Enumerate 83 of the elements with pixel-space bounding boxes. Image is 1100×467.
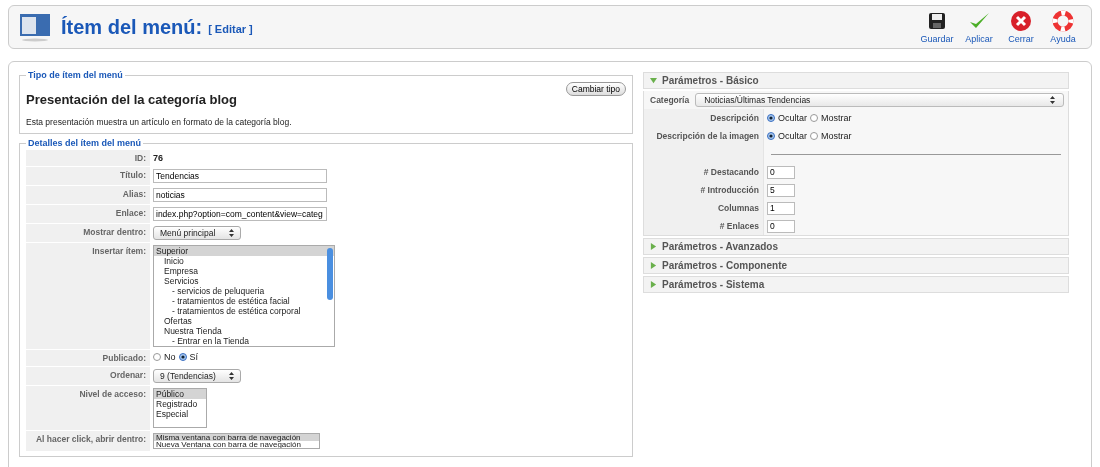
list-option[interactable]: Inicio: [154, 256, 334, 266]
page-title: Ítem del menú:: [61, 15, 203, 39]
radio-label: No: [164, 352, 176, 362]
lifebuoy-icon: [1052, 10, 1074, 32]
listbox[interactable]: Superior Inicio Empresa Servicios - servicios de peluqueria - tratamientos de estética facial - tratamientos de estética corporal Ofertas Nuestra Tienda - Entrar en la Tienda: [153, 245, 335, 347]
expanded-arrow-icon: [650, 77, 657, 84]
list-option[interactable]: Superior: [154, 246, 334, 256]
list-option[interactable]: - tratamientos de estética corporal: [154, 306, 334, 316]
number-field[interactable]: 0: [767, 219, 795, 233]
up-down-caret-icon: [1050, 96, 1055, 104]
field-label: Ordenar:: [26, 367, 150, 385]
list-option[interactable]: Servicios: [154, 276, 334, 286]
listbox[interactable]: Público Registrado Especial: [153, 388, 207, 428]
collapsed-arrow-icon: [650, 262, 657, 269]
list-option[interactable]: Empresa: [154, 266, 334, 276]
field-label: Nivel de acceso:: [26, 386, 150, 430]
text-field[interactable]: index.php?option=com_content&view=categ: [153, 207, 327, 221]
up-down-caret-icon: [229, 229, 234, 237]
field-label: Categoría: [649, 94, 691, 107]
dropdown[interactable]: Menú principal: [153, 226, 241, 240]
toolbar-button[interactable]: Ayuda: [1045, 10, 1081, 44]
radio-label: Ocultar: [778, 113, 807, 123]
field-label: ID:: [26, 150, 150, 166]
field-label: Publicado:: [26, 350, 150, 366]
menu-window-icon: [19, 12, 51, 42]
fieldset-legend: Detalles del ítem del menú: [26, 138, 144, 148]
change-type-button[interactable]: Cambiar tipo: [565, 82, 626, 96]
page-subtitle: [ Editar ]: [208, 23, 253, 35]
list-option[interactable]: - servicios de peluqueria: [154, 286, 334, 296]
list-option[interactable]: - tratamientos de estética facial: [154, 296, 334, 306]
list-option[interactable]: Ofertas: [154, 316, 334, 326]
id-value: 76: [153, 152, 163, 163]
toolbar-button[interactable]: Guardar: [919, 10, 955, 44]
field-label: Descripción de la imagen: [644, 127, 764, 145]
field-label: Mostrar dentro:: [26, 224, 150, 242]
field-label: Descripción: [644, 109, 764, 127]
number-field[interactable]: 5: [767, 183, 795, 197]
list-option[interactable]: Registrado: [154, 399, 206, 409]
close-icon: [1010, 10, 1032, 32]
toolbar-button[interactable]: Aplicar: [961, 10, 997, 44]
radio-button[interactable]: [767, 132, 775, 140]
layout-title: Presentación del la categoría blog: [26, 92, 237, 107]
field-label: # Destacando: [644, 163, 764, 181]
field-label: Título:: [26, 167, 150, 185]
field-label: Insertar ítem:: [26, 243, 150, 349]
field-label: Enlace:: [26, 205, 150, 223]
list-option[interactable]: Público: [154, 389, 206, 399]
field-label: Alias:: [26, 186, 150, 204]
field-label: # Introducción: [644, 181, 764, 199]
toolbar-button[interactable]: Cerrar: [1003, 10, 1039, 44]
text-field[interactable]: noticias: [153, 188, 327, 202]
list-option[interactable]: Nueva Ventana con barra de navegación: [154, 441, 319, 448]
radio-button[interactable]: [810, 114, 818, 122]
panel-header[interactable]: Parámetros - Sistema: [643, 276, 1069, 293]
radio-label: Ocultar: [778, 131, 807, 141]
dropdown[interactable]: 9 (Tendencias): [153, 369, 241, 383]
collapsed-arrow-icon: [650, 243, 657, 250]
panel-header[interactable]: Parámetros - Avanzados: [643, 238, 1069, 255]
listbox[interactable]: Misma ventana con barra de navegación Nueva Ventana con barra de navegación: [153, 433, 320, 449]
collapsed-arrow-icon: [650, 281, 657, 288]
field-label: Columnas: [644, 199, 764, 217]
radio-label: Sí: [189, 352, 199, 362]
dropdown[interactable]: Noticias/Últimas Tendencias: [695, 93, 1064, 107]
list-option[interactable]: Especial: [154, 409, 206, 419]
up-down-caret-icon: [229, 372, 234, 380]
text-field[interactable]: Tendencias: [153, 169, 327, 183]
list-option[interactable]: Nuestra Tienda: [154, 326, 334, 336]
field-label: # Enlaces: [644, 217, 764, 235]
radio-button[interactable]: [810, 132, 818, 140]
radio-button[interactable]: [153, 353, 161, 361]
radio-button[interactable]: [178, 353, 187, 361]
field-label: Al hacer click, abrir dentro:: [26, 431, 150, 451]
radio-label: Mostrar: [821, 113, 852, 123]
number-field[interactable]: 1: [767, 201, 795, 215]
radio-button[interactable]: [767, 114, 775, 122]
fieldset-legend: Tipo de ítem del menú: [26, 70, 125, 80]
panel-header[interactable]: Parámetros - Componente: [643, 257, 1069, 274]
list-option[interactable]: - Entrar en la Tienda: [154, 336, 334, 346]
number-field[interactable]: 0: [767, 165, 795, 179]
panel-header[interactable]: Parámetros - Básico: [643, 72, 1069, 89]
layout-description: Esta presentación muestra un artículo en formato de la categoría blog.: [26, 117, 293, 127]
list-option[interactable]: Misma ventana con barra de navegación: [154, 434, 319, 441]
radio-label: Mostrar: [821, 131, 852, 141]
